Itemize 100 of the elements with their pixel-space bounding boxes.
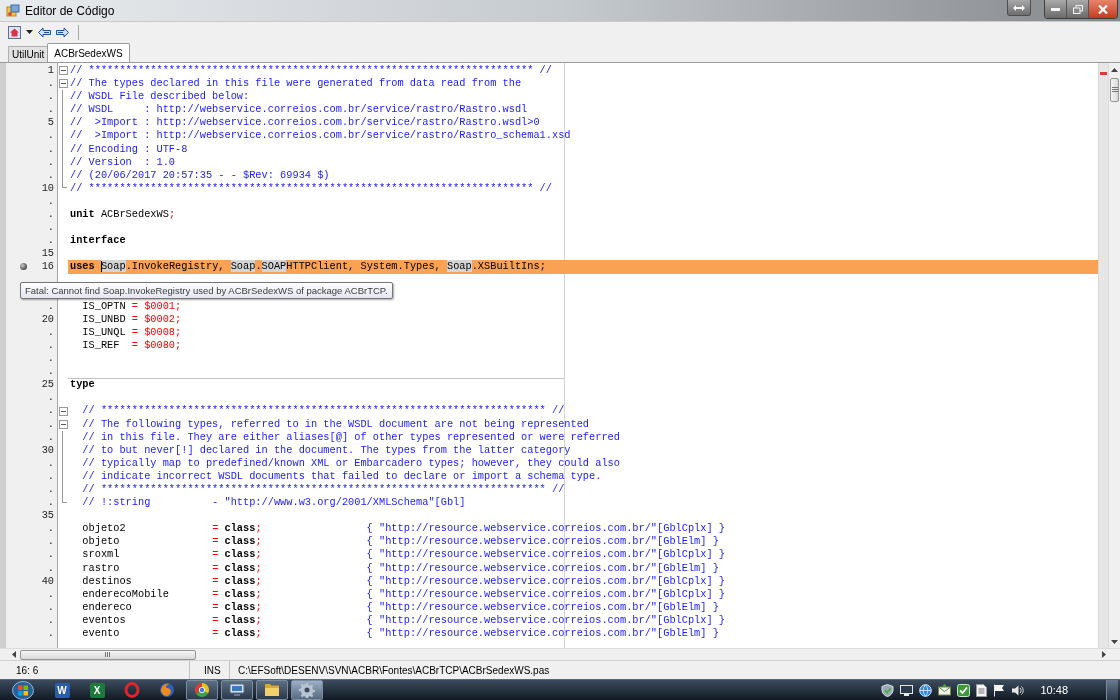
gear-icon: [299, 682, 315, 698]
line-number: .: [47, 430, 54, 444]
line-number: 15: [41, 247, 54, 261]
grip-icon: [105, 652, 111, 657]
close-icon: [1098, 4, 1108, 14]
caret-down-icon[interactable]: [26, 30, 33, 34]
show-desktop-button[interactable]: [1106, 680, 1118, 700]
speaker-icon[interactable]: [1011, 683, 1025, 697]
code-line: // ************************************************************************ //: [81, 483, 565, 497]
line-number: .: [47, 168, 54, 182]
cursor-position: 16: 6: [16, 663, 39, 678]
taskbar-button[interactable]: [256, 680, 288, 700]
code-line: // The types declared in this file were generated from data read from the: [70, 77, 522, 91]
wheel-icon: [194, 682, 210, 698]
line-number: .: [47, 299, 54, 313]
collapse-icon[interactable]: [58, 66, 68, 76]
line-number: .: [47, 77, 54, 91]
collapse-icon[interactable]: [58, 419, 68, 429]
line-number: 16: [41, 260, 54, 274]
minimize-icon: [1051, 7, 1060, 11]
monitor-icon[interactable]: [900, 683, 914, 697]
line-number: .: [47, 352, 54, 366]
code-line: // ************************************************************************ //: [70, 64, 552, 78]
scrollbar-thumb[interactable]: [20, 649, 196, 660]
code-line: IS_REF = $0080;: [81, 338, 182, 353]
check-icon[interactable]: [957, 683, 971, 697]
code-line: eventos = class; { "http://resource.webservice.correios.com.br/"[GblCplx] }: [81, 613, 725, 628]
monitor-icon: [229, 682, 245, 698]
minimize-button[interactable]: [1045, 0, 1067, 18]
text-cursor: [100, 261, 102, 273]
code-line: rastro = class; { "http://resource.webservice.correios.com.br/"[GblElm] }: [81, 561, 719, 575]
code-line: uses Soap.InvokeRegistry, Soap.SOAPHTTPClient, System.Types, Soap.XSBuiltIns;: [70, 260, 546, 274]
caret-left-icon: [12, 651, 16, 658]
editor-tab[interactable]: UtilUnit: [8, 46, 49, 62]
line-number: .: [47, 404, 54, 418]
collapse-icon[interactable]: [58, 406, 68, 416]
code-line: // indicate incorrect WSDL documents that failed to declare or import a schema type.: [81, 469, 602, 483]
restore-icon: [1072, 4, 1083, 14]
restore-button[interactable]: [1067, 0, 1089, 18]
taskbar-button[interactable]: X: [81, 680, 113, 700]
line-number: 25: [41, 378, 54, 392]
globe-icon[interactable]: [919, 683, 933, 697]
close-button[interactable]: [1089, 0, 1117, 18]
line-number: .: [47, 456, 54, 470]
caret-right-icon: [1102, 651, 1106, 658]
double-arrow-icon: [1013, 4, 1025, 11]
line-number: .: [47, 155, 54, 169]
line-number: .: [47, 627, 54, 641]
line-number: 20: [41, 312, 54, 326]
start-orb-icon[interactable]: [12, 680, 34, 700]
code-line: unit ACBrSedexWS;: [70, 208, 176, 222]
arrow-right-icon[interactable]: [56, 26, 69, 38]
shield-icon[interactable]: [881, 683, 895, 697]
code-line: // WSDL File described below:: [70, 90, 250, 104]
taskbar-button[interactable]: [221, 680, 253, 700]
code-line: IS_OPTN = $0001;: [81, 299, 182, 313]
line-number: 1: [47, 64, 54, 78]
document-icon[interactable]: [976, 683, 988, 697]
envelope-icon[interactable]: [938, 683, 952, 697]
house-icon[interactable]: [8, 25, 21, 39]
code-line: destinos = class; { "http://resource.webservice.correios.com.br/"[GblCplx] }: [81, 574, 725, 588]
globe-icon: [159, 682, 175, 698]
code-line: // typically map to predefined/known XML or Embarcadero types; however, they could also: [81, 456, 620, 470]
flag-icon[interactable]: [993, 683, 1006, 697]
line-number: 40: [41, 574, 54, 588]
app-icon: [6, 3, 20, 18]
taskbar-button[interactable]: W: [46, 680, 78, 700]
line-number: .: [47, 496, 54, 510]
line-number: .: [47, 129, 54, 143]
code-line: // to but never[!] declared in the document. The types from the latter category: [81, 443, 571, 457]
line-number: .: [47, 103, 54, 117]
resize-button[interactable]: [1007, 0, 1031, 16]
scrollbar-thumb[interactable]: [1110, 78, 1119, 102]
caret-down-icon: [1111, 639, 1118, 644]
file-path: C:\EFSoft\DESENV\SVN\ACBR\Fontes\ACBrTCP\ACBrSedexWS.pas: [237, 663, 550, 678]
line-number: .: [47, 600, 54, 614]
line-number: .: [47, 483, 54, 497]
line-number: .: [47, 208, 54, 222]
line-number: .: [47, 90, 54, 104]
code-line: interface: [70, 234, 126, 248]
line-number: .: [47, 548, 54, 562]
code-line: // ************************************************************************ //: [81, 404, 565, 418]
collapse-icon[interactable]: [58, 79, 68, 89]
code-line: // Version : 1.0: [70, 155, 176, 169]
line-number: .: [47, 522, 54, 536]
taskbar-button[interactable]: [291, 680, 323, 700]
code-line: // in this file. They are either aliases[@] of other types represented or were referred: [81, 430, 620, 444]
code-line: IS_UNBD = $0002;: [81, 312, 182, 326]
arrow-left-icon[interactable]: [38, 26, 51, 38]
line-number: .: [47, 221, 54, 235]
line-number: .: [47, 234, 54, 248]
taskbar-button[interactable]: [186, 680, 218, 700]
insert-mode: INS: [204, 663, 221, 678]
line-number: 10: [41, 181, 54, 195]
code-line: // ************************************************************************ //: [70, 181, 552, 195]
code-line: // !:string - "http://www.w3.org/2001/XMLSchema"[Gbl]: [81, 496, 466, 510]
code-line: IS_UNQL = $0008;: [81, 325, 182, 339]
clock[interactable]: 10:48: [1040, 681, 1068, 699]
editor-tab[interactable]: ACBrSedexWS: [47, 43, 130, 62]
line-number: 35: [41, 509, 54, 523]
